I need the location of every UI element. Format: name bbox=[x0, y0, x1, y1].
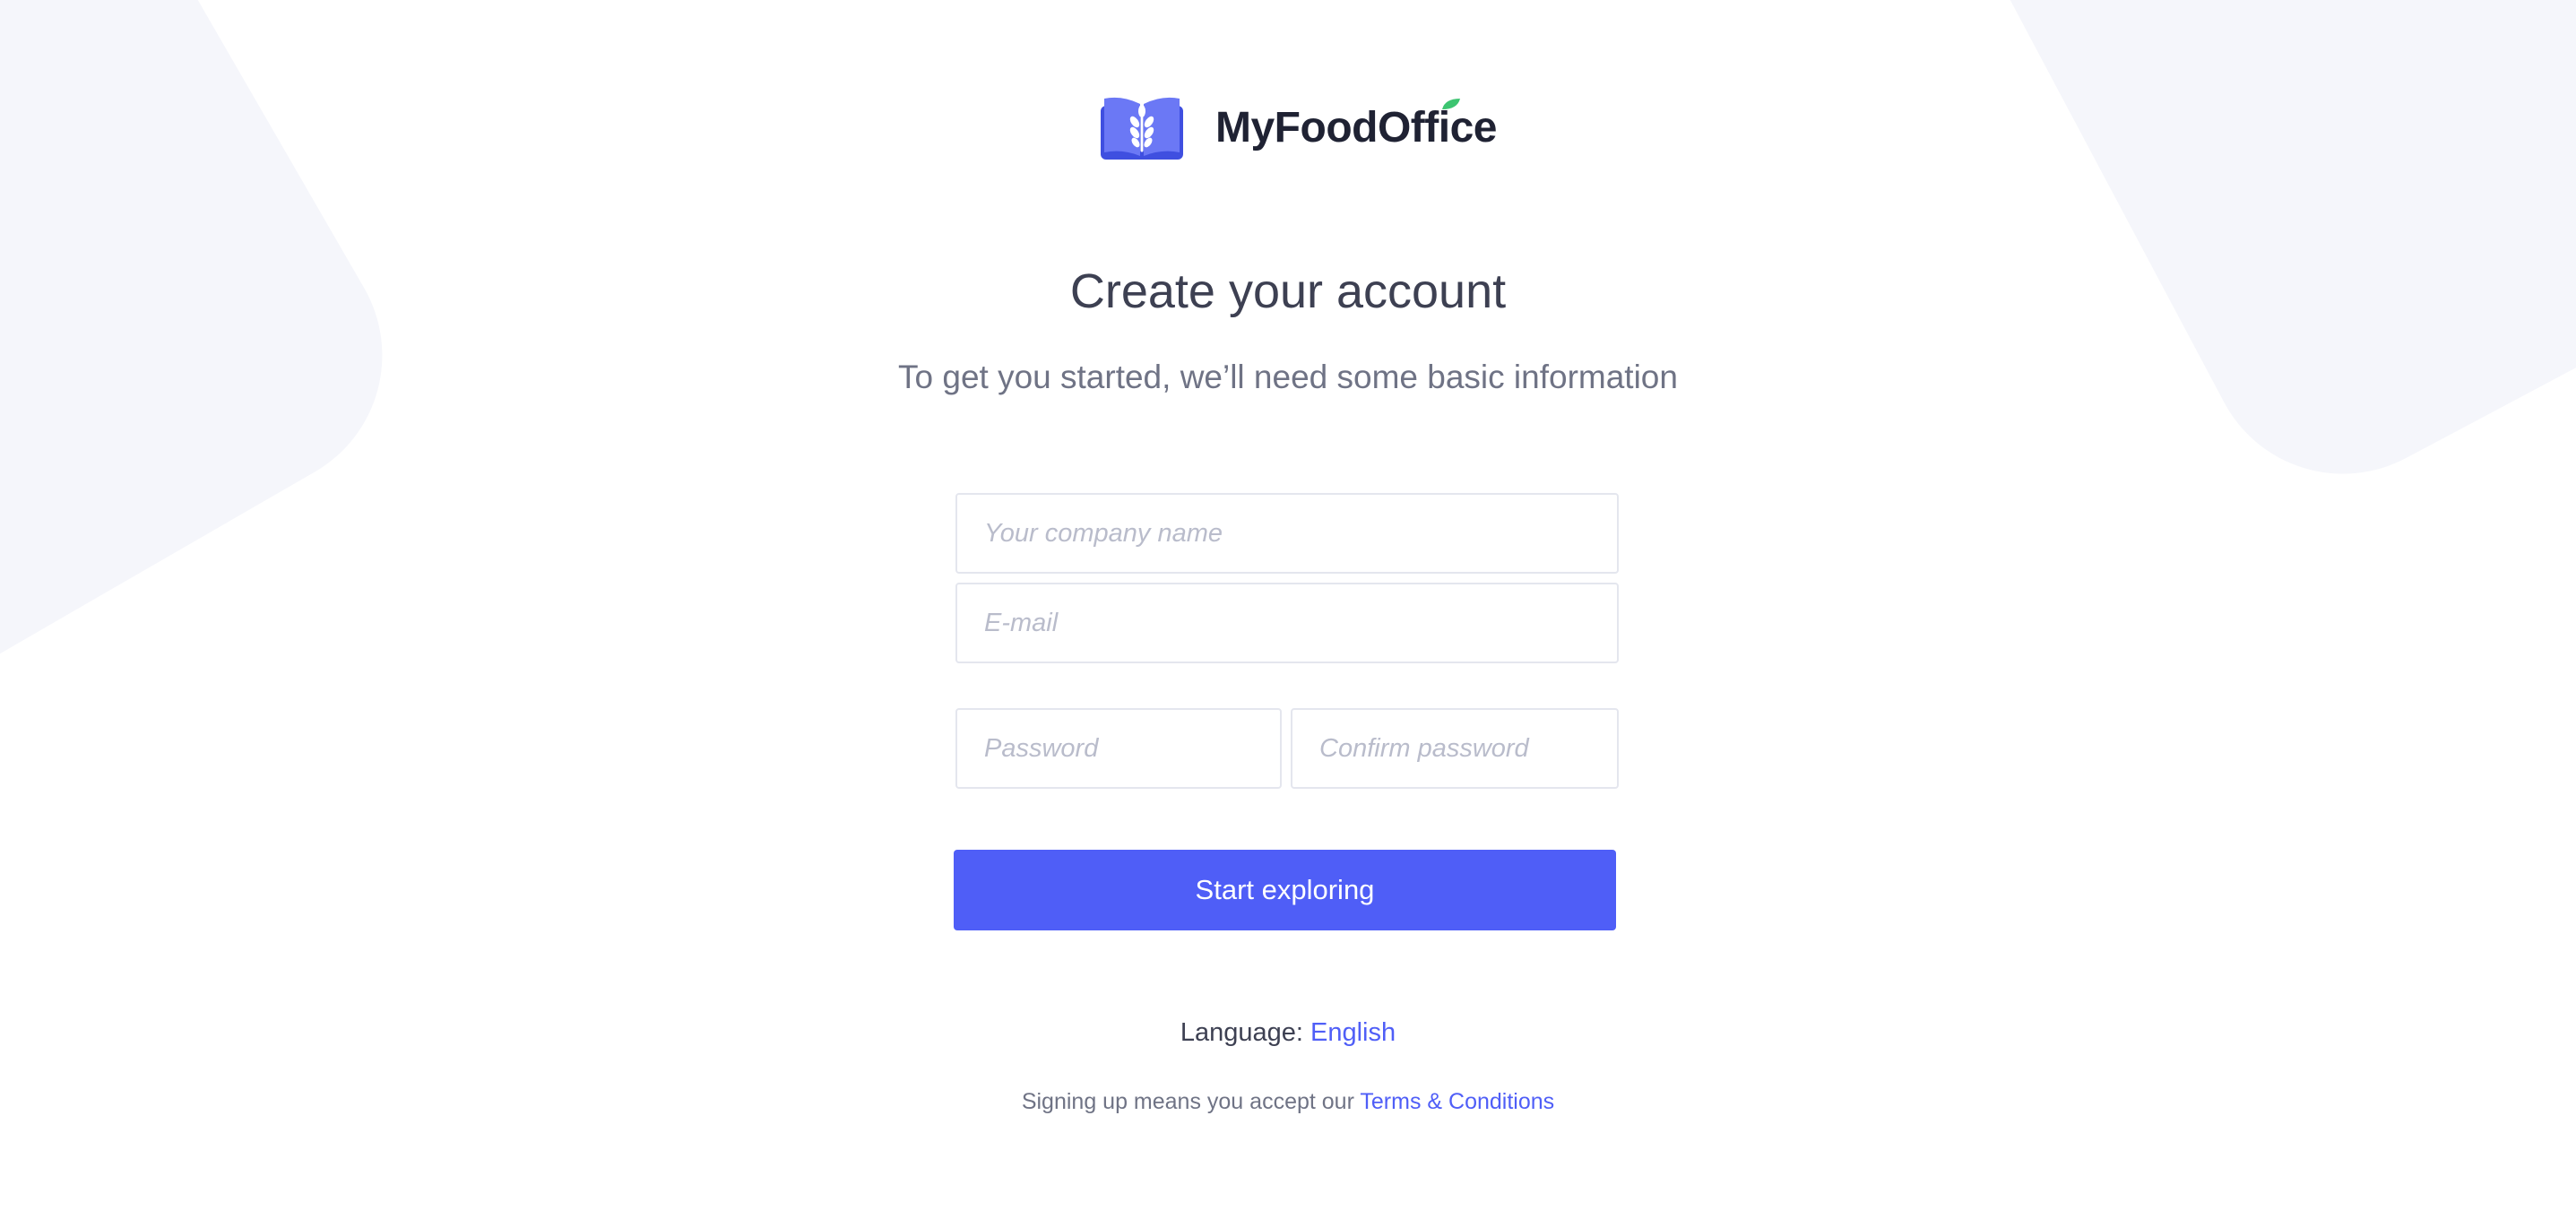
password-input[interactable] bbox=[955, 708, 1282, 789]
language-link[interactable]: English bbox=[1310, 1018, 1396, 1047]
language-selector: Language: English bbox=[0, 1018, 2576, 1048]
brand-logo: MyFoodOffice bbox=[1099, 93, 1498, 161]
terms-prefix: Signing up means you accept our bbox=[1021, 1089, 1354, 1114]
company-name-input[interactable] bbox=[955, 493, 1619, 574]
page-title: Create your account bbox=[1069, 264, 1507, 318]
signup-page: MyFoodOffice Create your account To get … bbox=[0, 0, 2576, 1228]
start-exploring-button[interactable]: Start exploring bbox=[954, 850, 1616, 930]
language-label: Language: bbox=[1180, 1018, 1303, 1047]
email-input[interactable] bbox=[955, 583, 1619, 663]
page-subtitle: To get you started, we’ll need some basi… bbox=[898, 359, 1678, 395]
terms-notice: Signing up means you accept our Terms & … bbox=[0, 1089, 2576, 1115]
terms-link[interactable]: Terms & Conditions bbox=[1360, 1089, 1554, 1114]
brand-name: MyFoodOffice bbox=[1215, 98, 1498, 152]
leaf-icon bbox=[1442, 98, 1460, 109]
confirm-password-input[interactable] bbox=[1291, 708, 1619, 789]
book-wheat-icon bbox=[1101, 97, 1183, 160]
